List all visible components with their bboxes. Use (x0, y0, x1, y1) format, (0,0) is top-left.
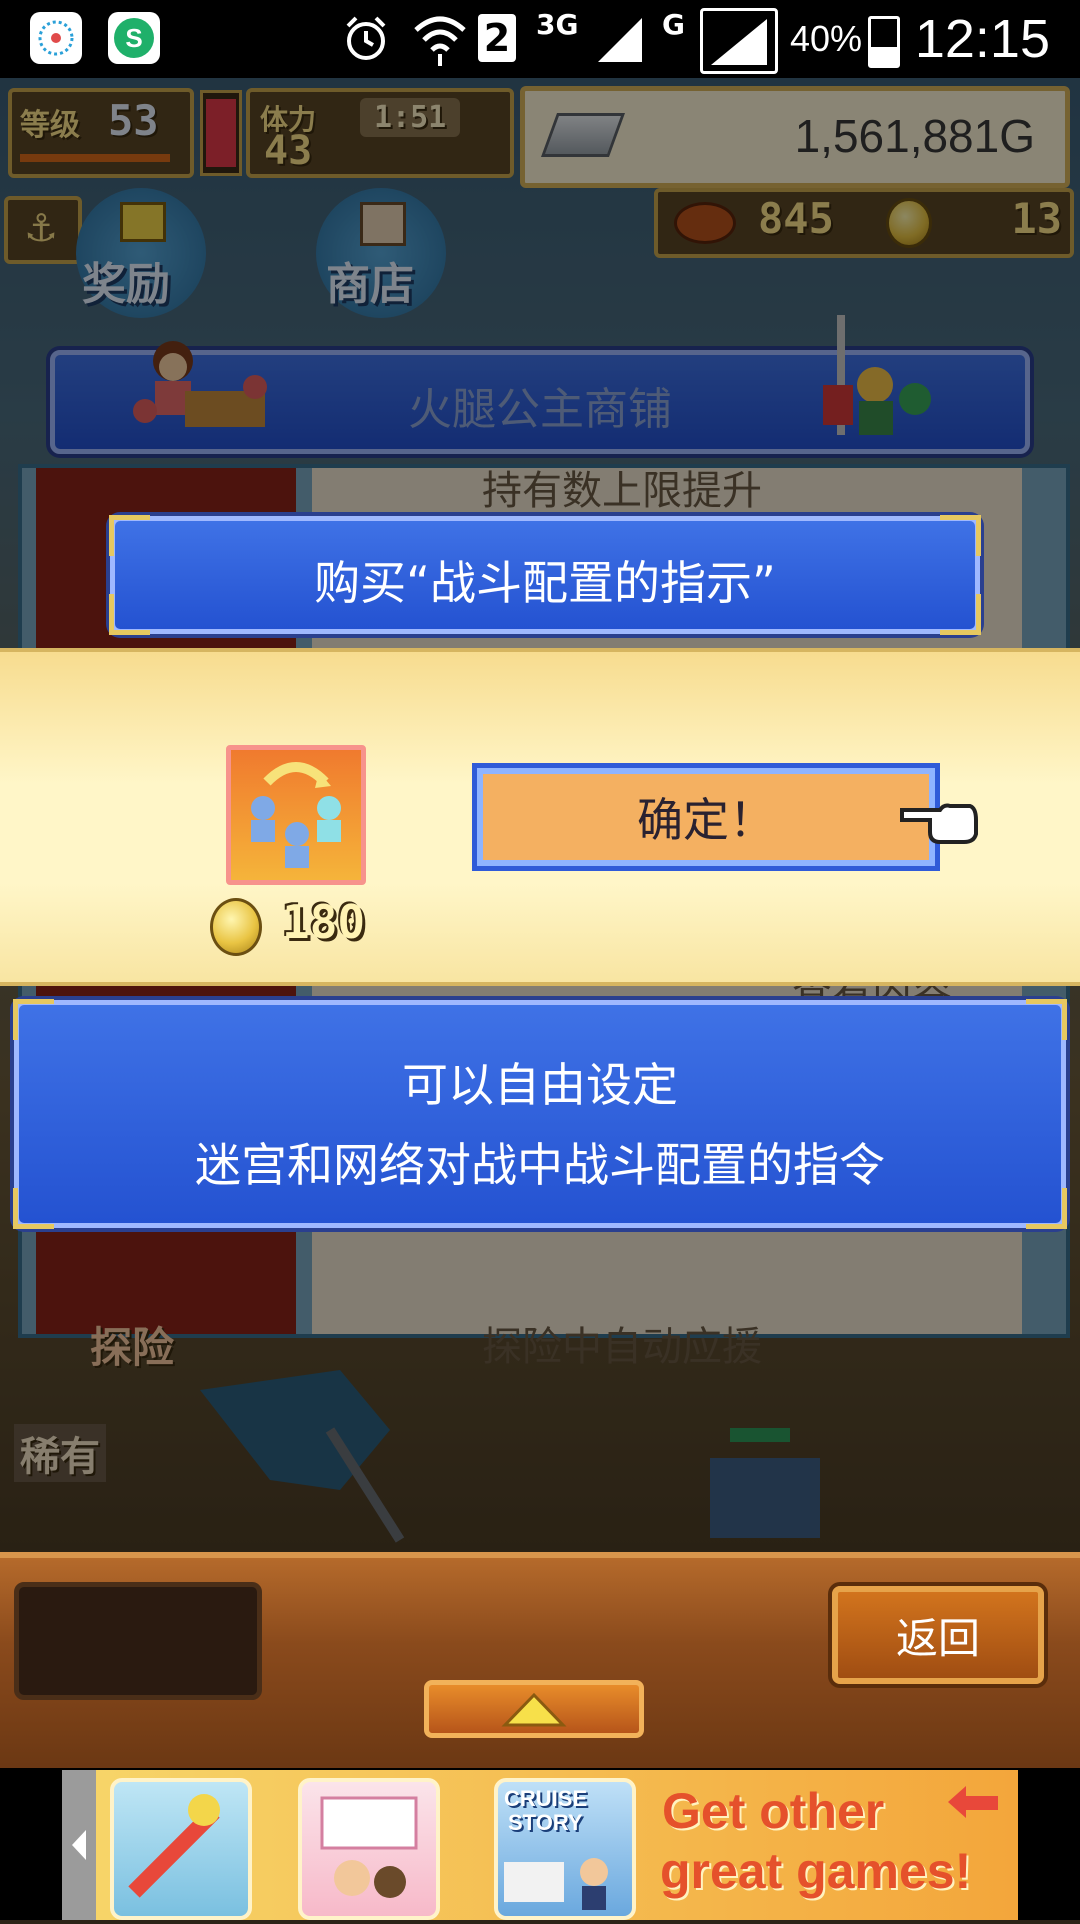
price-coin-icon (210, 898, 262, 956)
status-bar: S 2 3G G 40% 12:15 (0, 0, 1080, 78)
battery-percent: 40% (789, 18, 862, 59)
ad-game-thumb-2[interactable] (298, 1778, 440, 1920)
confirm-label: 确定！ (637, 793, 775, 847)
panel-corner (940, 594, 981, 635)
battery-icon (868, 16, 900, 68)
signal-3g-icon (594, 12, 646, 64)
price-value: 180 (282, 895, 366, 949)
panel-corner (13, 999, 54, 1040)
ad-game3-title-line2: STORY (508, 1810, 583, 1835)
ad-game3-title-line1: CRUISE (504, 1786, 588, 1811)
signal-full-icon (700, 8, 778, 74)
pointer-hand-icon (900, 790, 978, 846)
panel-corner (109, 594, 150, 635)
battery-fill (871, 46, 897, 65)
ad-banner[interactable]: CRUISE STORY Get other great games! (62, 1770, 1018, 1920)
purchase-title: 购买“战斗配置的指示” (314, 556, 776, 610)
svg-text:S: S (125, 23, 142, 53)
item-description-panel: 可以自由设定 迷宫和网络对战中战斗配置的指令 (13, 999, 1067, 1229)
clock: 12:15 (914, 9, 1050, 69)
description-line2: 迷宫和网络对战中战斗配置的指令 (195, 1138, 885, 1192)
empty-slot (14, 1582, 262, 1700)
ad-game-thumb-1[interactable] (110, 1778, 252, 1920)
return-arrow-icon (948, 1786, 998, 1818)
ad-cta-line2: great games! (660, 1843, 972, 1899)
sim-2-icon: 2 (478, 14, 516, 62)
back-button[interactable]: 返回 (832, 1586, 1044, 1684)
ad-prev-button[interactable] (62, 1770, 96, 1920)
panel-corner (1026, 1188, 1067, 1229)
panel-corner (1026, 999, 1067, 1040)
ad-cta-line1: Get other (662, 1783, 885, 1839)
wifi-icon (412, 10, 468, 66)
panel-corner (13, 1188, 54, 1229)
network-3g-label: 3G (536, 8, 579, 41)
alarm-icon (340, 12, 392, 64)
battle-formation-item-icon (226, 745, 366, 885)
purchase-title-panel: 购买“战斗配置的指示” (109, 515, 981, 635)
description-line1: 可以自由设定 (402, 1058, 678, 1112)
panel-corner (940, 515, 981, 556)
360-security-icon: S (108, 12, 160, 64)
network-g-label: G (662, 8, 685, 41)
back-label: 返回 (895, 1613, 980, 1663)
app-icon-1 (30, 12, 82, 64)
ad-game-thumb-3[interactable]: CRUISE STORY (494, 1778, 636, 1920)
scroll-up-button[interactable] (424, 1680, 644, 1738)
panel-corner (109, 515, 150, 556)
up-arrow-icon (501, 1692, 567, 1727)
confirm-button[interactable]: 确定！ (472, 763, 940, 871)
chevron-left-icon (72, 1830, 86, 1860)
